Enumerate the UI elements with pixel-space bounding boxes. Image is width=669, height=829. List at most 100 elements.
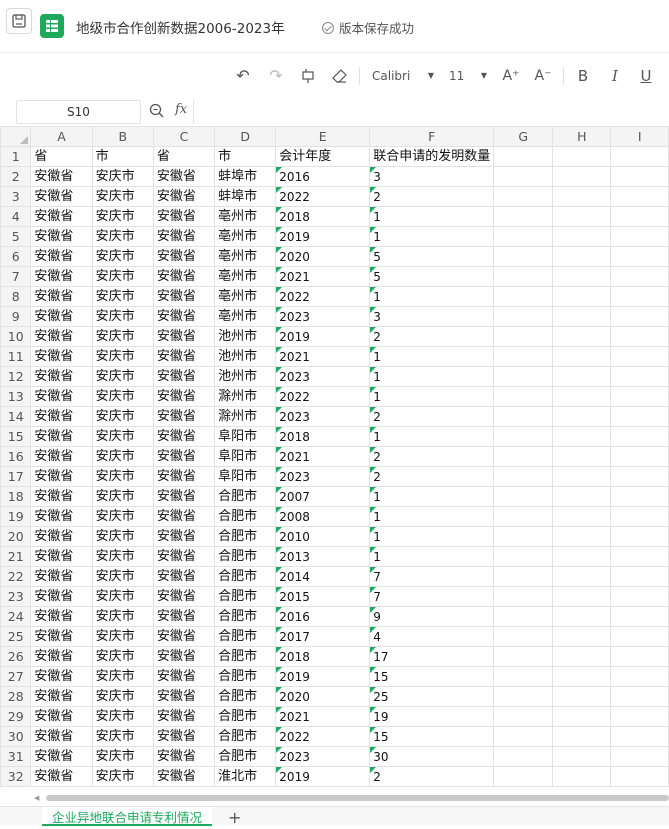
- save-button[interactable]: [6, 8, 32, 34]
- cell[interactable]: [552, 586, 612, 607]
- cell[interactable]: [610, 646, 669, 667]
- cell[interactable]: [610, 506, 669, 527]
- cell[interactable]: 安徽省: [30, 306, 93, 327]
- cell[interactable]: [493, 366, 554, 387]
- cell[interactable]: 安庆市: [91, 266, 154, 287]
- cell[interactable]: 17: [369, 646, 495, 667]
- cell[interactable]: 安徽省: [152, 206, 216, 227]
- select-all-corner[interactable]: [0, 126, 32, 147]
- cell[interactable]: 阜阳市: [214, 446, 277, 467]
- cell[interactable]: 安庆市: [91, 586, 154, 607]
- underline-button[interactable]: U: [638, 65, 654, 87]
- cell[interactable]: [610, 726, 669, 747]
- cell[interactable]: [610, 606, 669, 627]
- cell[interactable]: 安徽省: [30, 326, 93, 347]
- italic-button[interactable]: I: [607, 65, 623, 87]
- cell[interactable]: 1: [369, 546, 495, 567]
- cell[interactable]: 市: [91, 146, 154, 167]
- cell-reference-box[interactable]: S10: [16, 100, 141, 124]
- column-header[interactable]: B: [91, 126, 154, 147]
- cell[interactable]: [552, 466, 612, 487]
- cell[interactable]: 安徽省: [152, 566, 216, 587]
- cell[interactable]: [493, 746, 554, 767]
- cell[interactable]: 2020: [275, 686, 371, 707]
- cell[interactable]: 2022: [275, 386, 371, 407]
- cell[interactable]: 安庆市: [91, 546, 154, 567]
- cell[interactable]: 安徽省: [30, 506, 93, 527]
- cell[interactable]: 2018: [275, 206, 371, 227]
- cell[interactable]: [610, 566, 669, 587]
- cell[interactable]: [552, 666, 612, 687]
- scroll-left-icon[interactable]: ◀: [34, 794, 39, 802]
- cell[interactable]: [493, 626, 554, 647]
- cell[interactable]: 安徽省: [152, 666, 216, 687]
- cell[interactable]: 安庆市: [91, 166, 154, 187]
- cell[interactable]: 合肥市: [214, 726, 277, 747]
- cell[interactable]: 安徽省: [30, 746, 93, 767]
- cell[interactable]: 安庆市: [91, 226, 154, 247]
- cell[interactable]: [610, 346, 669, 367]
- sheet-tab-active[interactable]: 企业异地联合申请专利情况: [42, 807, 212, 826]
- cell[interactable]: 2019: [275, 326, 371, 347]
- cell[interactable]: 安庆市: [91, 326, 154, 347]
- cell[interactable]: [493, 706, 554, 727]
- cell[interactable]: 2010: [275, 526, 371, 547]
- cell[interactable]: [610, 426, 669, 447]
- cell[interactable]: 合肥市: [214, 566, 277, 587]
- row-header[interactable]: 23: [0, 586, 32, 607]
- cell[interactable]: 1: [369, 386, 495, 407]
- row-header[interactable]: 29: [0, 706, 32, 727]
- cell[interactable]: 安庆市: [91, 366, 154, 387]
- cell[interactable]: 安徽省: [30, 606, 93, 627]
- row-header[interactable]: 28: [0, 686, 32, 707]
- cell[interactable]: [610, 626, 669, 647]
- cell[interactable]: 淮北市: [214, 766, 277, 787]
- cell[interactable]: 安徽省: [152, 526, 216, 547]
- cell[interactable]: 2018: [275, 426, 371, 447]
- cell[interactable]: 安徽省: [30, 166, 93, 187]
- cell[interactable]: [552, 506, 612, 527]
- cell[interactable]: [552, 526, 612, 547]
- cell[interactable]: [610, 306, 669, 327]
- cell[interactable]: 安庆市: [91, 466, 154, 487]
- function-icon[interactable]: fx: [175, 102, 187, 117]
- row-header[interactable]: 19: [0, 506, 32, 527]
- cell[interactable]: [493, 586, 554, 607]
- cell[interactable]: [493, 246, 554, 267]
- cell[interactable]: 安徽省: [152, 586, 216, 607]
- cell[interactable]: 安徽省: [30, 726, 93, 747]
- cell[interactable]: 1: [369, 286, 495, 307]
- row-header[interactable]: 32: [0, 766, 32, 787]
- document-title[interactable]: 地级市合作创新数据2006-2023年: [76, 17, 285, 37]
- cell[interactable]: [493, 306, 554, 327]
- cell[interactable]: [493, 466, 554, 487]
- font-name-select[interactable]: Calibri: [372, 65, 412, 87]
- cell[interactable]: [610, 546, 669, 567]
- cell[interactable]: 4: [369, 626, 495, 647]
- cell[interactable]: 省: [152, 146, 216, 167]
- cell[interactable]: 安徽省: [30, 286, 93, 307]
- cell[interactable]: 2019: [275, 226, 371, 247]
- row-header[interactable]: 4: [0, 206, 32, 227]
- cell[interactable]: 安庆市: [91, 766, 154, 787]
- column-header[interactable]: I: [610, 126, 669, 147]
- cell[interactable]: 安徽省: [152, 546, 216, 567]
- cell[interactable]: 安徽省: [30, 666, 93, 687]
- cell[interactable]: [552, 746, 612, 767]
- cell[interactable]: [493, 326, 554, 347]
- cell[interactable]: 5: [369, 246, 495, 267]
- cell[interactable]: 安徽省: [30, 366, 93, 387]
- cell[interactable]: 安徽省: [30, 426, 93, 447]
- cell[interactable]: 池州市: [214, 326, 277, 347]
- cell[interactable]: [552, 606, 612, 627]
- cell[interactable]: 合肥市: [214, 586, 277, 607]
- cell[interactable]: [552, 446, 612, 467]
- cell[interactable]: [552, 726, 612, 747]
- undo-icon[interactable]: ↶: [233, 65, 253, 87]
- formula-input[interactable]: [193, 100, 669, 124]
- cell[interactable]: 安庆市: [91, 646, 154, 667]
- row-header[interactable]: 6: [0, 246, 32, 267]
- cell[interactable]: [493, 346, 554, 367]
- row-header[interactable]: 24: [0, 606, 32, 627]
- cell[interactable]: 安徽省: [152, 446, 216, 467]
